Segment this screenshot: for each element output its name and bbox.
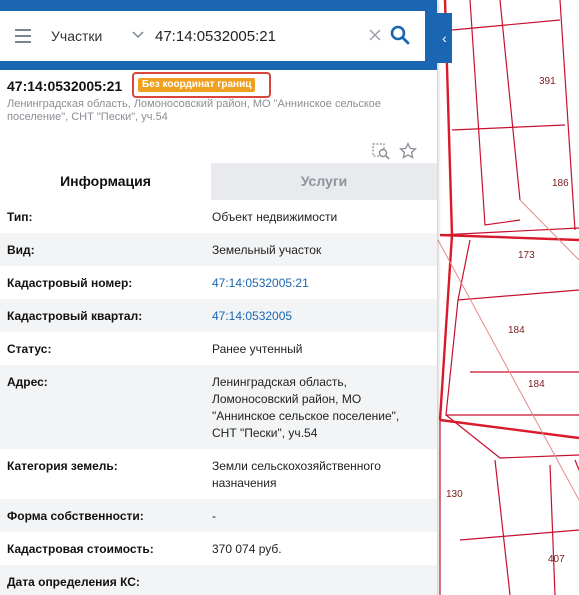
panel-tabs: Информация Услуги	[0, 163, 437, 200]
plot-number-label: 184	[528, 379, 545, 390]
info-panel: Участки 47:14:0532005:21 Без координат г…	[0, 0, 437, 595]
star-icon[interactable]	[399, 142, 417, 160]
attribute-value: 370 074 руб.	[212, 542, 282, 556]
status-badge: Без координат границ	[138, 78, 256, 92]
plot-number-label: 184	[508, 325, 525, 336]
attributes-table: Тип: Объект недвижимости Вид: Земельный …	[0, 200, 437, 595]
tab-services[interactable]: Услуги	[211, 163, 437, 200]
attribute-row: Вид: Земельный участок	[0, 233, 437, 266]
attribute-label: Форма собственности:	[7, 509, 144, 523]
attribute-row: Форма собственности: -	[0, 499, 437, 532]
attribute-label: Кадастровая стоимость:	[7, 542, 154, 556]
attribute-label: Кадастровый квартал:	[7, 309, 143, 323]
object-title: 47:14:0532005:21	[7, 78, 123, 94]
attribute-value: Земли сельскохозяйственного назначения	[212, 459, 381, 490]
layer-select[interactable]: Участки	[51, 28, 102, 44]
attribute-label: Кадастровый номер:	[7, 276, 133, 290]
attribute-row: Категория земель: Земли сельскохозяйстве…	[0, 449, 437, 499]
attribute-value: Объект недвижимости	[212, 210, 338, 224]
attribute-label: Статус:	[7, 342, 52, 356]
attribute-row: Адрес: Ленинградская область, Ломоносовс…	[0, 365, 437, 449]
tab-information[interactable]: Информация	[0, 163, 211, 200]
plot-number-label: 407	[548, 554, 565, 565]
cadastral-quarter-link[interactable]: 47:14:0532005	[212, 308, 427, 325]
attribute-value: Ранее учтенный	[212, 342, 303, 356]
close-icon[interactable]	[368, 28, 382, 42]
attribute-label: Категория земель:	[7, 459, 118, 473]
attribute-row: Кадастровый номер: 47:14:0532005:21	[0, 266, 437, 299]
attribute-row: Дата определения КС:	[0, 565, 437, 595]
collapse-panel-button[interactable]: ‹	[437, 13, 452, 63]
attribute-row: Статус: Ранее учтенный	[0, 332, 437, 365]
attribute-value: Ленинградская область, Ломоносовский рай…	[212, 375, 400, 440]
attribute-label: Адрес:	[7, 375, 48, 389]
cadastral-number-link[interactable]: 47:14:0532005:21	[212, 275, 427, 292]
menu-icon[interactable]	[15, 29, 31, 43]
attribute-row: Кадастровая стоимость: 370 074 руб.	[0, 532, 437, 565]
search-box: Участки	[0, 11, 425, 61]
badge-highlight: Без координат границ	[132, 72, 271, 98]
attribute-label: Вид:	[7, 243, 35, 257]
attribute-value: Земельный участок	[212, 243, 322, 257]
plot-number-label: 130	[446, 489, 463, 500]
search-icon[interactable]	[390, 25, 410, 45]
attribute-row: Тип: Объект недвижимости	[0, 200, 437, 233]
attribute-value: -	[212, 509, 216, 523]
object-address: Ленинградская область, Ломоносовский рай…	[7, 98, 382, 123]
chevron-down-icon[interactable]	[132, 30, 144, 40]
plot-number-label: 391	[539, 76, 556, 87]
plot-number-label: 173	[518, 250, 535, 261]
zoom-to-object-icon[interactable]	[372, 142, 390, 160]
attribute-label: Тип:	[7, 210, 33, 224]
attribute-label: Дата определения КС:	[7, 575, 140, 589]
attribute-row: Кадастровый квартал: 47:14:0532005	[0, 299, 437, 332]
search-bar: Участки	[0, 0, 437, 70]
search-input[interactable]	[155, 24, 360, 48]
plot-number-label: 186	[552, 178, 569, 189]
